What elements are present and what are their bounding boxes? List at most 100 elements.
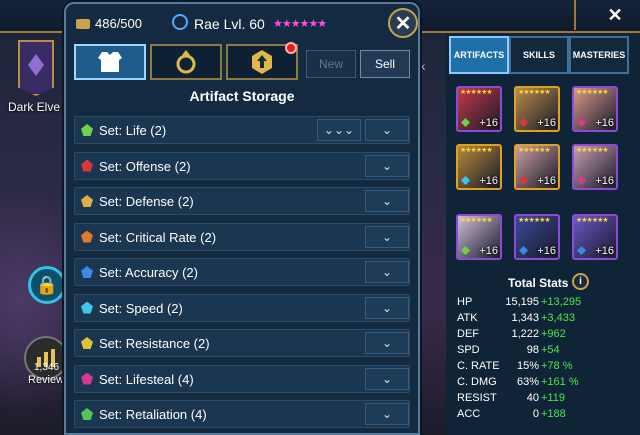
artifact-level: +16: [537, 117, 556, 129]
artifact-slot[interactable]: ★★★★★★ +16: [456, 86, 502, 132]
new-button[interactable]: New: [306, 50, 356, 78]
stat-bonus: +161 %: [541, 376, 579, 388]
background-text-k: k: [420, 62, 425, 73]
champion-stars: ★★★★★★: [273, 18, 327, 30]
chest-icon: [76, 18, 90, 29]
chevron-down-icon[interactable]: ⌄: [365, 154, 409, 177]
set-icon: [81, 159, 93, 172]
set-label: Set: Accuracy (2): [99, 265, 198, 280]
set-row[interactable]: Set: Critical Rate (2) ⌄: [74, 222, 410, 251]
stat-bonus: +188: [541, 408, 566, 420]
set-icon: [81, 124, 93, 136]
set-row[interactable]: Set: Life (2) ⌄⌄⌄ ⌄: [74, 116, 410, 144]
artifact-level: +16: [537, 245, 556, 257]
stat-base: 15%: [516, 360, 539, 372]
stat-base: 0: [532, 408, 539, 420]
chevron-down-icon[interactable]: ⌄: [365, 296, 409, 319]
artifact-set-icon: [519, 246, 528, 255]
set-row[interactable]: Set: Lifesteal (4) ⌄: [74, 364, 410, 393]
artifact-level: +16: [537, 175, 556, 187]
stat-name: DEF: [457, 328, 479, 340]
set-row[interactable]: Set: Offense (2) ⌄: [74, 151, 410, 180]
close-button[interactable]: ✕: [388, 8, 418, 38]
tab-artifacts[interactable]: ARTIFACTS: [449, 36, 509, 74]
set-row[interactable]: Set: Retaliation (4) ⌄: [74, 400, 410, 428]
artifact-stars: ★★★★★★: [460, 217, 493, 224]
stat-base: 40: [526, 392, 539, 404]
info-icon[interactable]: i: [572, 273, 589, 290]
artifact-level: +16: [479, 117, 498, 129]
set-label: Set: Resistance (2): [99, 336, 210, 351]
stat-base: 98: [526, 344, 539, 356]
lock-icon: 🔒: [35, 274, 59, 295]
lock-button[interactable]: 🔒: [28, 266, 66, 304]
set-row[interactable]: Set: Speed (2) ⌄: [74, 293, 410, 322]
close-icon[interactable]: ✕: [604, 4, 626, 26]
artifact-stars: ★★★★★★: [576, 89, 609, 96]
set-label: Set: Offense (2): [99, 158, 191, 174]
set-row[interactable]: Set: Resistance (2) ⌄: [74, 329, 410, 357]
artifact-set-icon: [461, 118, 470, 127]
chevron-down-icon[interactable]: ⌄: [365, 119, 409, 141]
tab-masteries[interactable]: MASTERIES: [569, 36, 629, 74]
stat-row: SPD 98 +54: [457, 344, 637, 358]
storage-counter: 486/500: [76, 16, 142, 31]
stat-name: C. DMG: [457, 376, 497, 388]
sell-button[interactable]: Sell: [360, 50, 410, 78]
notification-dot: [285, 42, 297, 54]
artifact-set-icon: [577, 118, 586, 127]
review-label: Review: [28, 374, 65, 386]
chevron-down-icon[interactable]: ⌄: [365, 225, 409, 248]
storage-count: 486/500: [95, 16, 142, 31]
artifact-stars: ★★★★★★: [518, 89, 551, 96]
panel-header: 486/500 Rae Lvl. 60 ★★★★★★ ✕: [66, 4, 418, 42]
set-row[interactable]: Set: Defense (2) ⌄: [74, 187, 410, 215]
tab-skills[interactable]: SKILLS: [509, 36, 569, 74]
chevron-down-icon[interactable]: ⌄: [365, 190, 409, 212]
set-label: Set: Defense (2): [99, 194, 194, 209]
review-count: 1,346: [34, 362, 60, 373]
artifact-slot[interactable]: ★★★★★★ +16: [456, 144, 502, 190]
set-icon: [81, 337, 93, 349]
stat-row: C. DMG 63% +161 %: [457, 376, 637, 390]
upgrade-arrow-icon: [252, 50, 272, 74]
stat-base: 15,195: [505, 296, 539, 308]
chestplate-icon: [98, 52, 122, 72]
stat-name: SPD: [457, 344, 480, 356]
stat-base: 1,222: [511, 328, 539, 340]
artifact-slot[interactable]: ★★★★★★ +16: [572, 214, 618, 260]
stat-row: ACC 0 +188: [457, 408, 637, 422]
set-icon: [81, 266, 93, 278]
set-icon: [81, 301, 93, 314]
stat-name: ACC: [457, 408, 481, 420]
set-row[interactable]: Set: Accuracy (2) ⌄: [74, 258, 410, 286]
artifact-level: +16: [595, 175, 614, 187]
artifact-slot[interactable]: ★★★★★★ +16: [572, 86, 618, 132]
stat-bonus: +962: [541, 328, 566, 340]
artifact-stars: ★★★★★★: [576, 147, 609, 154]
artifact-stars: ★★★★★★: [518, 147, 551, 154]
artifact-slot[interactable]: ★★★★★★ +16: [514, 214, 560, 260]
set-label: Set: Retaliation (4): [99, 407, 207, 422]
artifact-stars: ★★★★★★: [576, 217, 609, 224]
artifact-slot[interactable]: ★★★★★★ +16: [514, 144, 560, 190]
set-label: Set: Critical Rate (2): [99, 229, 217, 245]
artifact-slot[interactable]: ★★★★★★ +16: [456, 214, 502, 260]
chevron-down-icon[interactable]: ⌄: [365, 261, 409, 283]
artifact-set-icon: [461, 246, 470, 255]
artifact-slot[interactable]: ★★★★★★ +16: [514, 86, 560, 132]
set-label: Set: Speed (2): [99, 300, 183, 316]
stat-bonus: +13,295: [541, 296, 582, 308]
artifact-slot[interactable]: ★★★★★★ +16: [572, 144, 618, 190]
chevron-down-icon[interactable]: ⌄: [365, 403, 409, 425]
artifact-set-icon: [519, 118, 528, 127]
stat-row: C. RATE 15% +78 %: [457, 360, 637, 374]
chevron-down-icon[interactable]: ⌄: [365, 367, 409, 390]
tab-ring[interactable]: [150, 44, 222, 80]
multi-chevron-icon[interactable]: ⌄⌄⌄: [317, 119, 361, 141]
faction-label: Dark Elve: [8, 100, 61, 114]
chevron-down-icon[interactable]: ⌄: [365, 332, 409, 354]
stat-name: RESIST: [457, 392, 497, 404]
tab-armor[interactable]: [74, 44, 146, 80]
stat-name: C. RATE: [457, 360, 500, 372]
